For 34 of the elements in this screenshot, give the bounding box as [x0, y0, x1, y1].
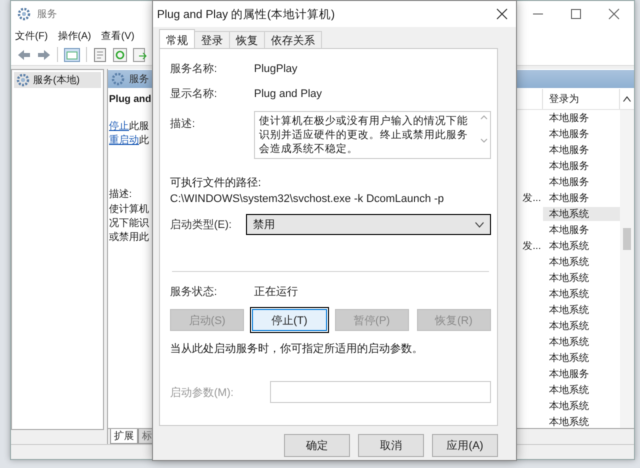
field-label: 启动参数(M): [170, 386, 235, 400]
field-label: 描述: [170, 117, 196, 131]
field-label: 可执行文件的路径: [170, 176, 262, 190]
table-cell: 本地系统 [549, 305, 589, 316]
table-cell: 本地服务 [549, 193, 589, 204]
description-text: 或禁用此 [109, 231, 149, 245]
path-text: C:\WINDOWS\system32\svchost.exe -k DcomLaunch -p [170, 193, 445, 205]
table-cell: 本地系统 [549, 401, 589, 412]
table-cell: 本地系统 [549, 257, 589, 268]
field-label: 启动类型(E): [170, 218, 233, 232]
hint-text: 当从此处启动服务时，你可指定所适用的启动参数。 [170, 342, 424, 356]
field-value: Plug and Play [254, 88, 322, 100]
table-cell-text: 发... [522, 240, 541, 253]
table-cell: 本地系统 [549, 273, 589, 284]
dialog-title: Plug and Play 的属性(本地计算机) [157, 8, 335, 22]
table-cell: 本地系统 [549, 417, 589, 428]
window-title: 服务 [37, 8, 57, 21]
action-text: 此服 [129, 121, 149, 132]
table-cell: 本地系统 [549, 209, 589, 220]
action-text: 此 [139, 135, 149, 146]
table-cell: 本地服务 [549, 161, 589, 172]
description-text: 使计算机 [109, 203, 149, 217]
description-label: 描述: [109, 188, 132, 201]
field-label: 服务名称: [170, 62, 218, 76]
table-cell: 本地系统 [549, 241, 589, 252]
field-label: 显示名称: [170, 87, 218, 101]
table-cell-text: 发... [522, 192, 541, 205]
field-label: 服务状态: [170, 284, 218, 299]
pane-title: 服务 [129, 73, 149, 86]
table-cell: 本地服务 [549, 369, 589, 380]
service-title: Plug and [109, 94, 152, 105]
field-value: PlugPlay [254, 62, 298, 74]
status-value: 正在运行 [254, 285, 298, 299]
description-text: 况下能识 [109, 217, 149, 231]
